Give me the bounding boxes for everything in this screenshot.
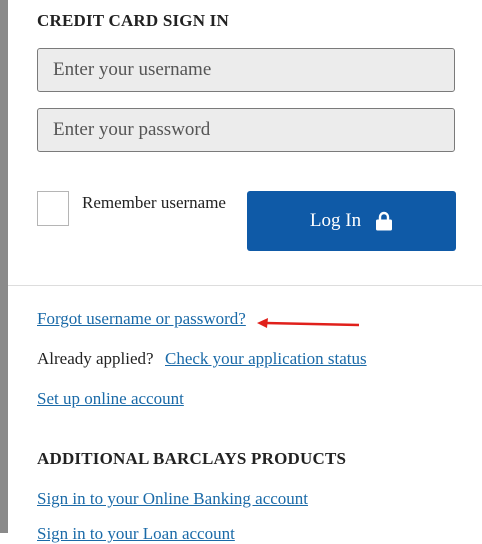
login-button-label: Log In bbox=[309, 210, 362, 231]
lock-icon bbox=[375, 211, 393, 231]
already-applied-text: Already applied? bbox=[37, 349, 154, 368]
username-input[interactable] bbox=[37, 48, 455, 92]
login-button[interactable]: Log In bbox=[247, 191, 456, 251]
remember-username-label: Remember username bbox=[82, 193, 226, 212]
online-banking-signin-link[interactable]: Sign in to your Online Banking account bbox=[37, 489, 308, 509]
page-edge bbox=[0, 0, 8, 533]
check-application-status-link[interactable]: Check your application status bbox=[165, 349, 367, 369]
additional-products-heading: ADDITIONAL BARCLAYS PRODUCTS bbox=[37, 449, 347, 468]
forgot-credentials-link[interactable]: Forgot username or password? bbox=[37, 309, 246, 329]
signin-heading: CREDIT CARD SIGN IN bbox=[37, 11, 229, 30]
page-edge-bottom bbox=[0, 491, 8, 533]
loan-account-signin-link[interactable]: Sign in to your Loan account bbox=[37, 524, 235, 544]
annotation-arrow bbox=[257, 318, 360, 328]
setup-online-account-link[interactable]: Set up online account bbox=[37, 389, 184, 409]
section-divider bbox=[8, 285, 482, 286]
password-input[interactable] bbox=[37, 108, 455, 152]
remember-username-checkbox[interactable] bbox=[37, 191, 69, 226]
